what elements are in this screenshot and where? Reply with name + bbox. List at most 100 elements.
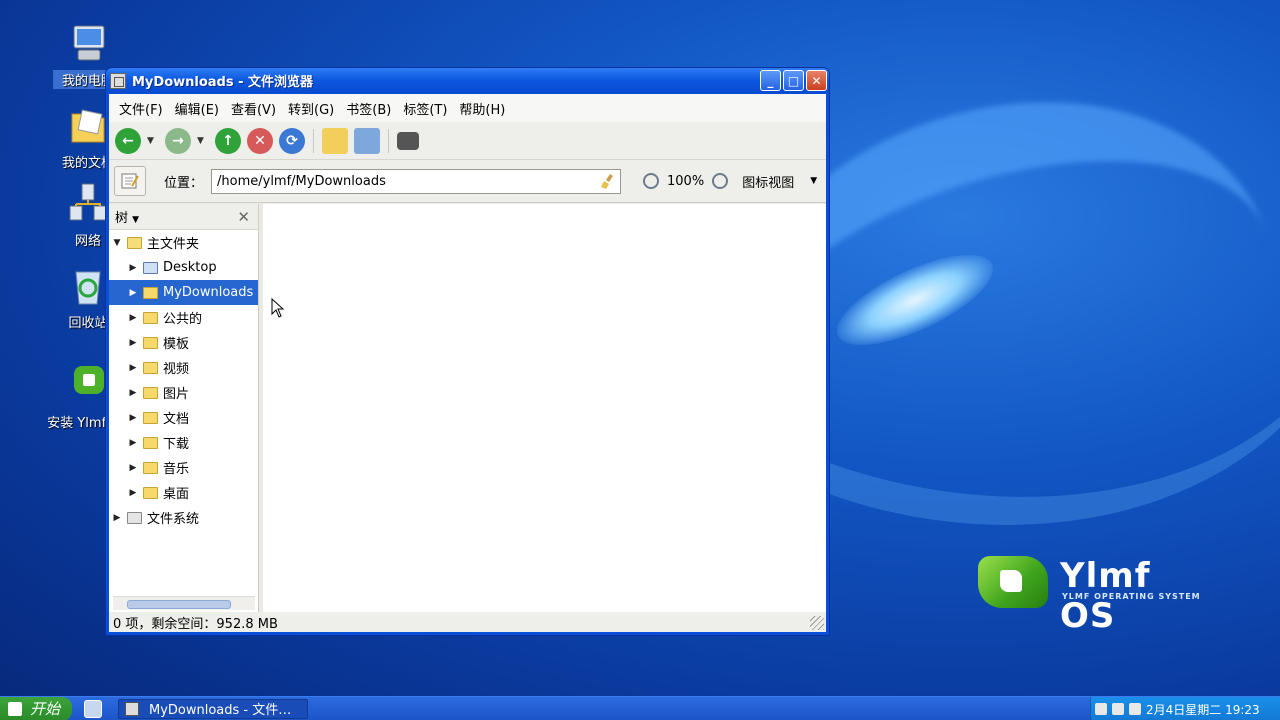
volume-icon[interactable] bbox=[1095, 703, 1107, 715]
tree-item-label: 文档 bbox=[163, 412, 190, 427]
zoom-in-icon[interactable] bbox=[712, 173, 729, 189]
expand-triangle-icon[interactable]: ▶ bbox=[127, 313, 139, 323]
back-history-dropdown[interactable]: ▼ bbox=[147, 136, 157, 146]
tree-item-desktop[interactable]: ▶ Desktop bbox=[109, 255, 258, 280]
tree-root-filesystem[interactable]: ▶ 文件系统 bbox=[109, 505, 258, 530]
back-button[interactable]: ← bbox=[115, 127, 141, 154]
maximize-button[interactable]: □ bbox=[783, 70, 804, 91]
start-label: 开始 bbox=[30, 700, 61, 718]
sidebar-horizontal-scrollbar[interactable] bbox=[113, 596, 255, 610]
file-browser-window[interactable]: MyDownloads - 文件浏览器 _ □ ✕ 文件(F) 编辑(E) 查看… bbox=[105, 67, 830, 636]
taskbar-window-button[interactable]: MyDownloads - 文件… bbox=[118, 698, 308, 719]
expand-triangle-icon[interactable]: ▶ bbox=[127, 488, 139, 498]
location-bar: 位置： /home/ylmf/MyDownloads 100% 图标视图 ▼ bbox=[109, 160, 826, 203]
network-icon bbox=[66, 182, 110, 226]
network-icon[interactable] bbox=[1112, 703, 1124, 715]
computer-button[interactable] bbox=[354, 127, 380, 154]
tree-item-label: 文件系统 bbox=[147, 512, 200, 527]
expand-triangle-icon[interactable]: ▶ bbox=[127, 463, 139, 473]
sidebar-type-select[interactable]: 树 ▼ bbox=[115, 207, 139, 226]
zoom-level[interactable]: 100% bbox=[667, 174, 704, 189]
menu-edit[interactable]: 编辑(E) bbox=[169, 99, 225, 118]
tree-item-public[interactable]: ▶ 公共的 bbox=[109, 305, 258, 330]
tree-root-home[interactable]: ▼ 主文件夹 bbox=[109, 230, 258, 255]
menu-go[interactable]: 转到(G) bbox=[282, 99, 340, 118]
reload-button[interactable]: ⟳ bbox=[279, 127, 305, 154]
close-sidebar-icon[interactable]: ✕ bbox=[237, 208, 250, 226]
desktop-icon bbox=[143, 261, 158, 274]
logo-subtitle: YLMF OPERATING SYSTEM bbox=[1062, 592, 1201, 601]
location-input[interactable]: /home/ylmf/MyDownloads bbox=[211, 168, 622, 194]
forward-history-dropdown[interactable]: ▼ bbox=[197, 136, 207, 146]
tree-item-label: 视频 bbox=[163, 362, 190, 377]
expand-triangle-icon[interactable]: ▶ bbox=[127, 288, 139, 298]
toggle-location-entry-button[interactable] bbox=[114, 166, 146, 196]
tree-item-pictures[interactable]: ▶ 图片 bbox=[109, 380, 258, 405]
file-manager-icon bbox=[125, 701, 139, 716]
toolbar-separator bbox=[313, 128, 314, 153]
expand-triangle-icon[interactable]: ▶ bbox=[127, 338, 139, 348]
folder-icon bbox=[143, 386, 158, 399]
menu-file[interactable]: 文件(F) bbox=[113, 99, 169, 118]
usb-icon[interactable] bbox=[1129, 703, 1141, 715]
tree-item-desktop-cn[interactable]: ▶ 桌面 bbox=[109, 480, 258, 505]
arrow-right-icon: → bbox=[172, 132, 184, 149]
expand-triangle-icon[interactable]: ▶ bbox=[127, 363, 139, 373]
tree-item-label: 音乐 bbox=[163, 462, 190, 477]
tree-item-downloads[interactable]: ▶ 下载 bbox=[109, 430, 258, 455]
computer-icon bbox=[66, 22, 110, 66]
tree-item-videos[interactable]: ▶ 视频 bbox=[109, 355, 258, 380]
start-button[interactable]: 开始 bbox=[0, 696, 72, 720]
expand-triangle-icon[interactable]: ▶ bbox=[127, 438, 139, 448]
sidebar-tree: 树 ▼ ✕ ▼ 主文件夹 ▶ Desktop ▶ MyDownloads ▶ 公… bbox=[109, 204, 259, 612]
menu-tabs[interactable]: 标签(T) bbox=[397, 99, 453, 118]
view-mode-select[interactable]: 图标视图 ▼ bbox=[742, 172, 817, 191]
taskbar-window-label: MyDownloads - 文件… bbox=[149, 703, 292, 718]
ylmf-logo: Ylmf OS YLMF OPERATING SYSTEM bbox=[978, 556, 1218, 636]
folder-icon bbox=[143, 311, 158, 324]
toolbar: ← ▼ → ▼ ↑ ✕ ⟳ bbox=[109, 122, 826, 160]
ylmf-logo-mark bbox=[978, 556, 1048, 608]
folder-icon bbox=[143, 436, 158, 449]
show-desktop-icon[interactable] bbox=[84, 699, 102, 718]
zoom-out-icon[interactable] bbox=[643, 173, 660, 189]
forward-button[interactable]: → bbox=[165, 127, 191, 154]
menu-bar: 文件(F) 编辑(E) 查看(V) 转到(G) 书签(B) 标签(T) 帮助(H… bbox=[109, 94, 826, 122]
scrollbar-thumb[interactable] bbox=[127, 600, 231, 609]
panes: 树 ▼ ✕ ▼ 主文件夹 ▶ Desktop ▶ MyDownloads ▶ 公… bbox=[109, 204, 826, 612]
tree-item-label: 下载 bbox=[163, 437, 190, 452]
file-manager-icon bbox=[110, 72, 126, 89]
tree-item-templates[interactable]: ▶ 模板 bbox=[109, 330, 258, 355]
stop-button[interactable]: ✕ bbox=[247, 127, 273, 154]
folder-icon bbox=[143, 486, 158, 499]
recycle-bin-icon bbox=[66, 264, 110, 308]
file-view-area[interactable] bbox=[263, 204, 826, 612]
folder-icon bbox=[143, 336, 158, 349]
tree-item-music[interactable]: ▶ 音乐 bbox=[109, 455, 258, 480]
minimize-button[interactable]: _ bbox=[760, 70, 781, 91]
search-button[interactable] bbox=[397, 131, 419, 150]
tree-item-documents[interactable]: ▶ 文档 bbox=[109, 405, 258, 430]
collapse-triangle-icon[interactable]: ▼ bbox=[111, 238, 123, 248]
expand-triangle-icon[interactable]: ▶ bbox=[127, 263, 139, 273]
resize-grip[interactable] bbox=[810, 616, 824, 630]
clock[interactable]: 2月4日星期二 19:23 bbox=[1146, 701, 1260, 718]
title-bar[interactable]: MyDownloads - 文件浏览器 _ □ ✕ bbox=[106, 68, 829, 93]
window-client: 文件(F) 编辑(E) 查看(V) 转到(G) 书签(B) 标签(T) 帮助(H… bbox=[109, 94, 826, 632]
window-title: MyDownloads - 文件浏览器 bbox=[132, 75, 314, 90]
expand-triangle-icon[interactable]: ▶ bbox=[127, 413, 139, 423]
expand-triangle-icon[interactable]: ▶ bbox=[127, 388, 139, 398]
arrow-left-icon: ← bbox=[122, 132, 134, 149]
menu-view[interactable]: 查看(V) bbox=[225, 99, 282, 118]
view-mode-label: 图标视图 bbox=[742, 175, 795, 191]
close-button[interactable]: ✕ bbox=[806, 70, 827, 91]
up-button[interactable]: ↑ bbox=[215, 127, 241, 154]
expand-triangle-icon[interactable]: ▶ bbox=[111, 513, 123, 523]
home-button[interactable] bbox=[322, 127, 348, 154]
toolbar-separator bbox=[388, 128, 389, 153]
start-logo-icon bbox=[8, 701, 22, 716]
menu-bookmarks[interactable]: 书签(B) bbox=[340, 99, 397, 118]
tree-item-mydownloads[interactable]: ▶ MyDownloads bbox=[109, 280, 258, 305]
clear-brush-icon[interactable] bbox=[601, 173, 615, 189]
menu-help[interactable]: 帮助(H) bbox=[453, 99, 511, 118]
